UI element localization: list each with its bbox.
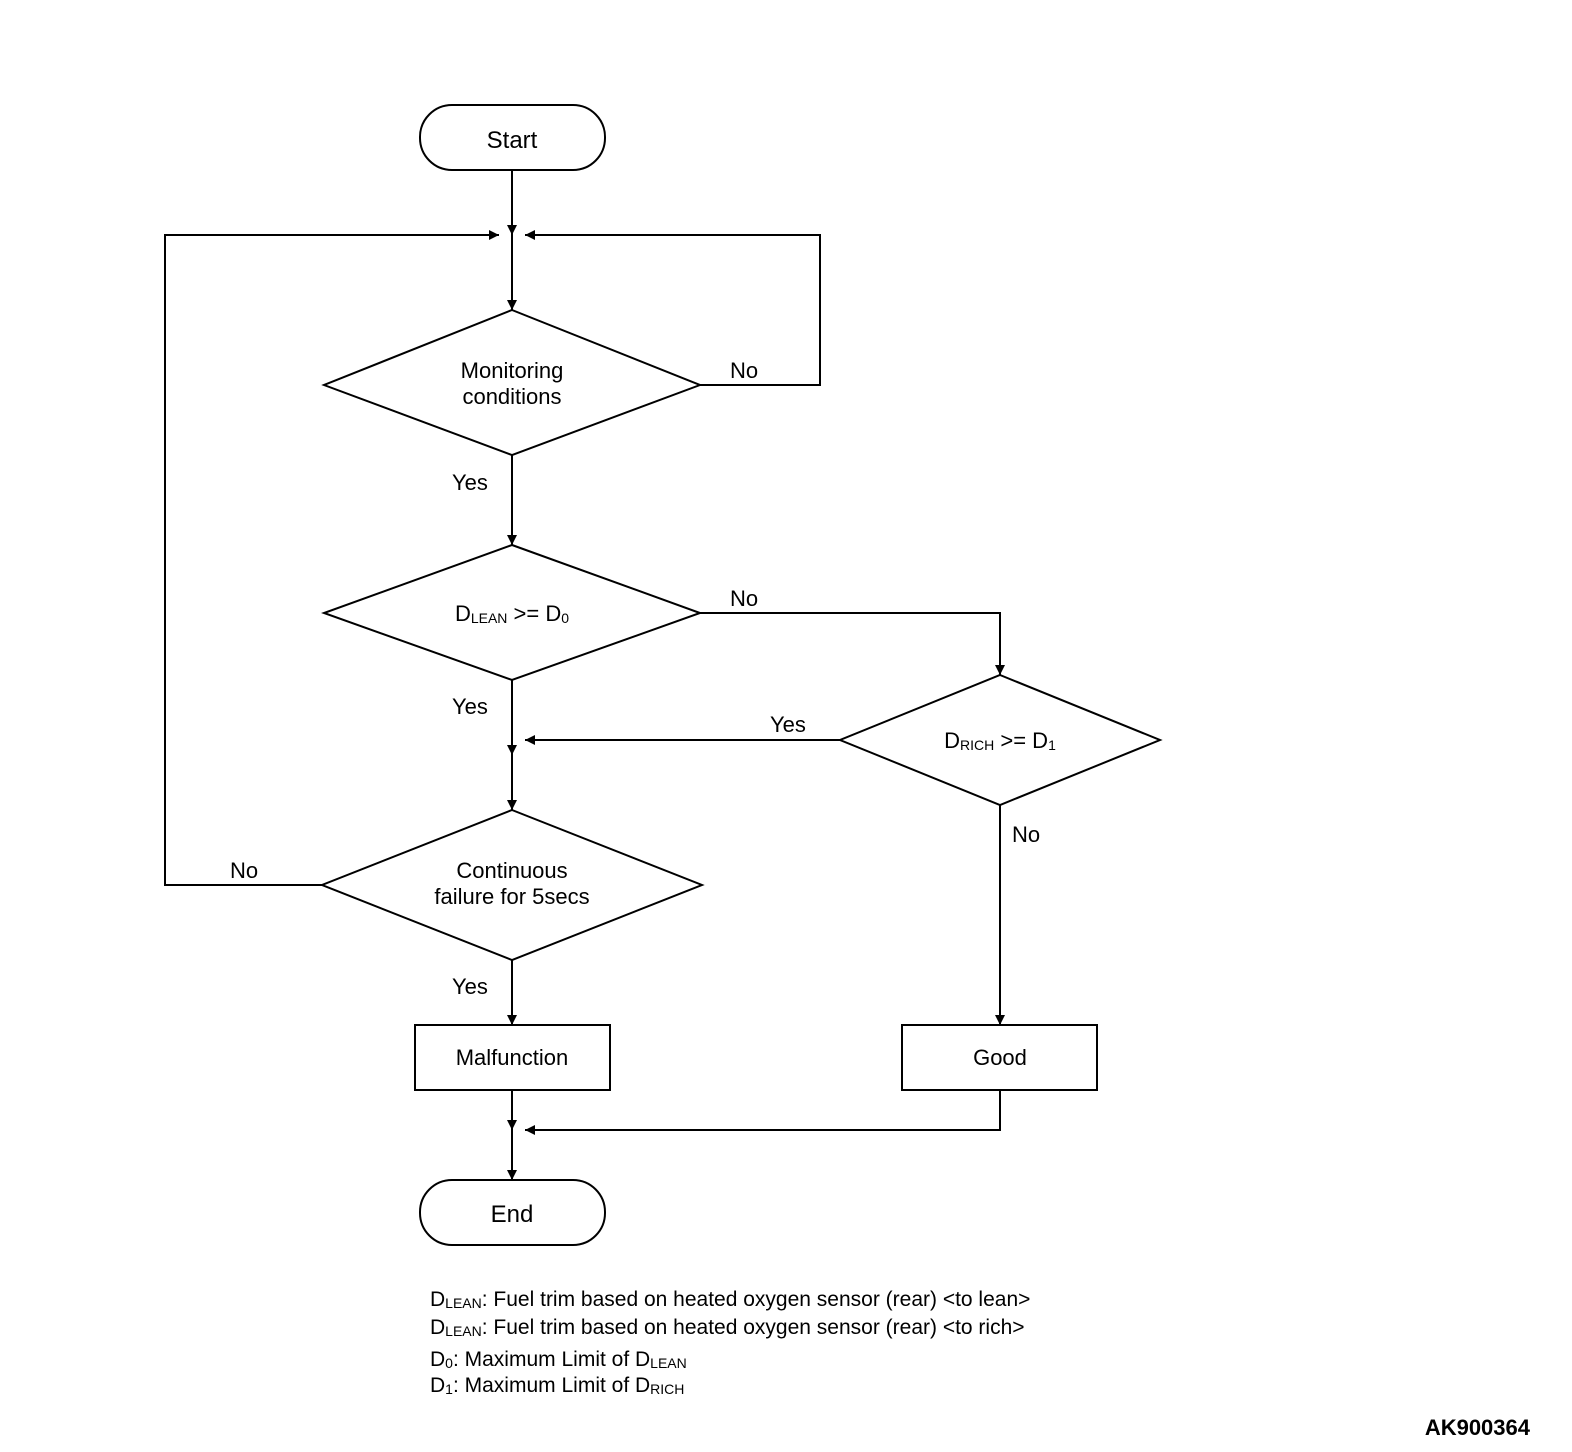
flowchart: Start Monitoring conditions DLEAN >= D0 … xyxy=(0,0,1572,1452)
edge-failure-yes: Yes xyxy=(452,974,488,999)
edge-lean-yes: Yes xyxy=(452,694,488,719)
legend-line-2: DLEAN: Fuel trim based on heated oxygen … xyxy=(430,1316,1025,1339)
decision-monitoring-l1: Monitoring xyxy=(461,358,564,383)
edge-failure-no: No xyxy=(230,858,258,883)
process-good-label: Good xyxy=(973,1045,1027,1070)
footer-id: AK900364 xyxy=(1425,1415,1531,1440)
decision-monitoring-l2: conditions xyxy=(462,384,561,409)
edge-monitoring-no: No xyxy=(730,358,758,383)
legend-line-1: DLEAN: Fuel trim based on heated oxygen … xyxy=(430,1288,1030,1311)
edge-monitoring-yes: Yes xyxy=(452,470,488,495)
edge-rich-no: No xyxy=(1012,822,1040,847)
edge-lean-no: No xyxy=(730,586,758,611)
start-label: Start xyxy=(487,127,538,154)
process-malfunction-label: Malfunction xyxy=(456,1045,569,1070)
decision-failure-l2: failure for 5secs xyxy=(434,884,589,909)
legend-line-4: D1: Maximum Limit of DRICH xyxy=(430,1374,684,1397)
edge-rich-yes: Yes xyxy=(770,712,806,737)
decision-failure-l1: Continuous xyxy=(456,858,567,883)
end-label: End xyxy=(491,1201,534,1228)
legend-line-3: D0: Maximum Limit of DLEAN xyxy=(430,1348,687,1371)
